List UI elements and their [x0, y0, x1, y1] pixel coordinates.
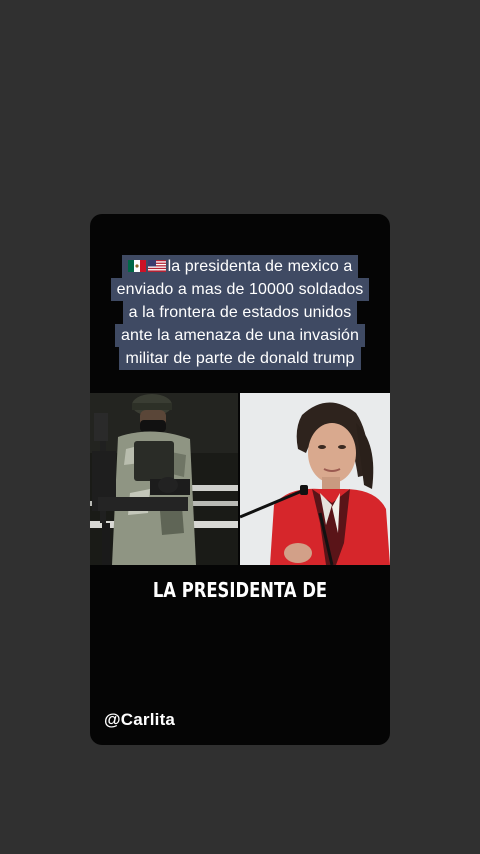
video-subtitle: LA PRESIDENTA DE [152, 578, 328, 602]
soldier-photo [90, 393, 238, 565]
president-photo [240, 393, 390, 565]
caption-line-3: a la frontera de estados unidos [122, 301, 358, 324]
caption-line-4: ante la amenaza de una invasión [115, 324, 365, 347]
soldier-illustration [90, 393, 238, 565]
caption-block: la presidenta de mexico a enviado a mas … [90, 255, 390, 370]
caption-line-1: la presidenta de mexico a [121, 255, 359, 278]
usa-flag-icon [147, 260, 166, 272]
caption-line-1-text: la presidenta de mexico a [167, 258, 353, 275]
caption-line-5: militar de parte de donald trump [119, 347, 361, 370]
creator-watermark: @Carlita [104, 710, 176, 729]
caption-line-2: enviado a mas de 10000 soldados [110, 278, 370, 301]
story-screen: la presidenta de mexico a enviado a mas … [0, 0, 480, 854]
mexico-flag-icon [127, 260, 146, 272]
video-card[interactable]: la presidenta de mexico a enviado a mas … [90, 214, 390, 745]
president-illustration [240, 393, 390, 565]
